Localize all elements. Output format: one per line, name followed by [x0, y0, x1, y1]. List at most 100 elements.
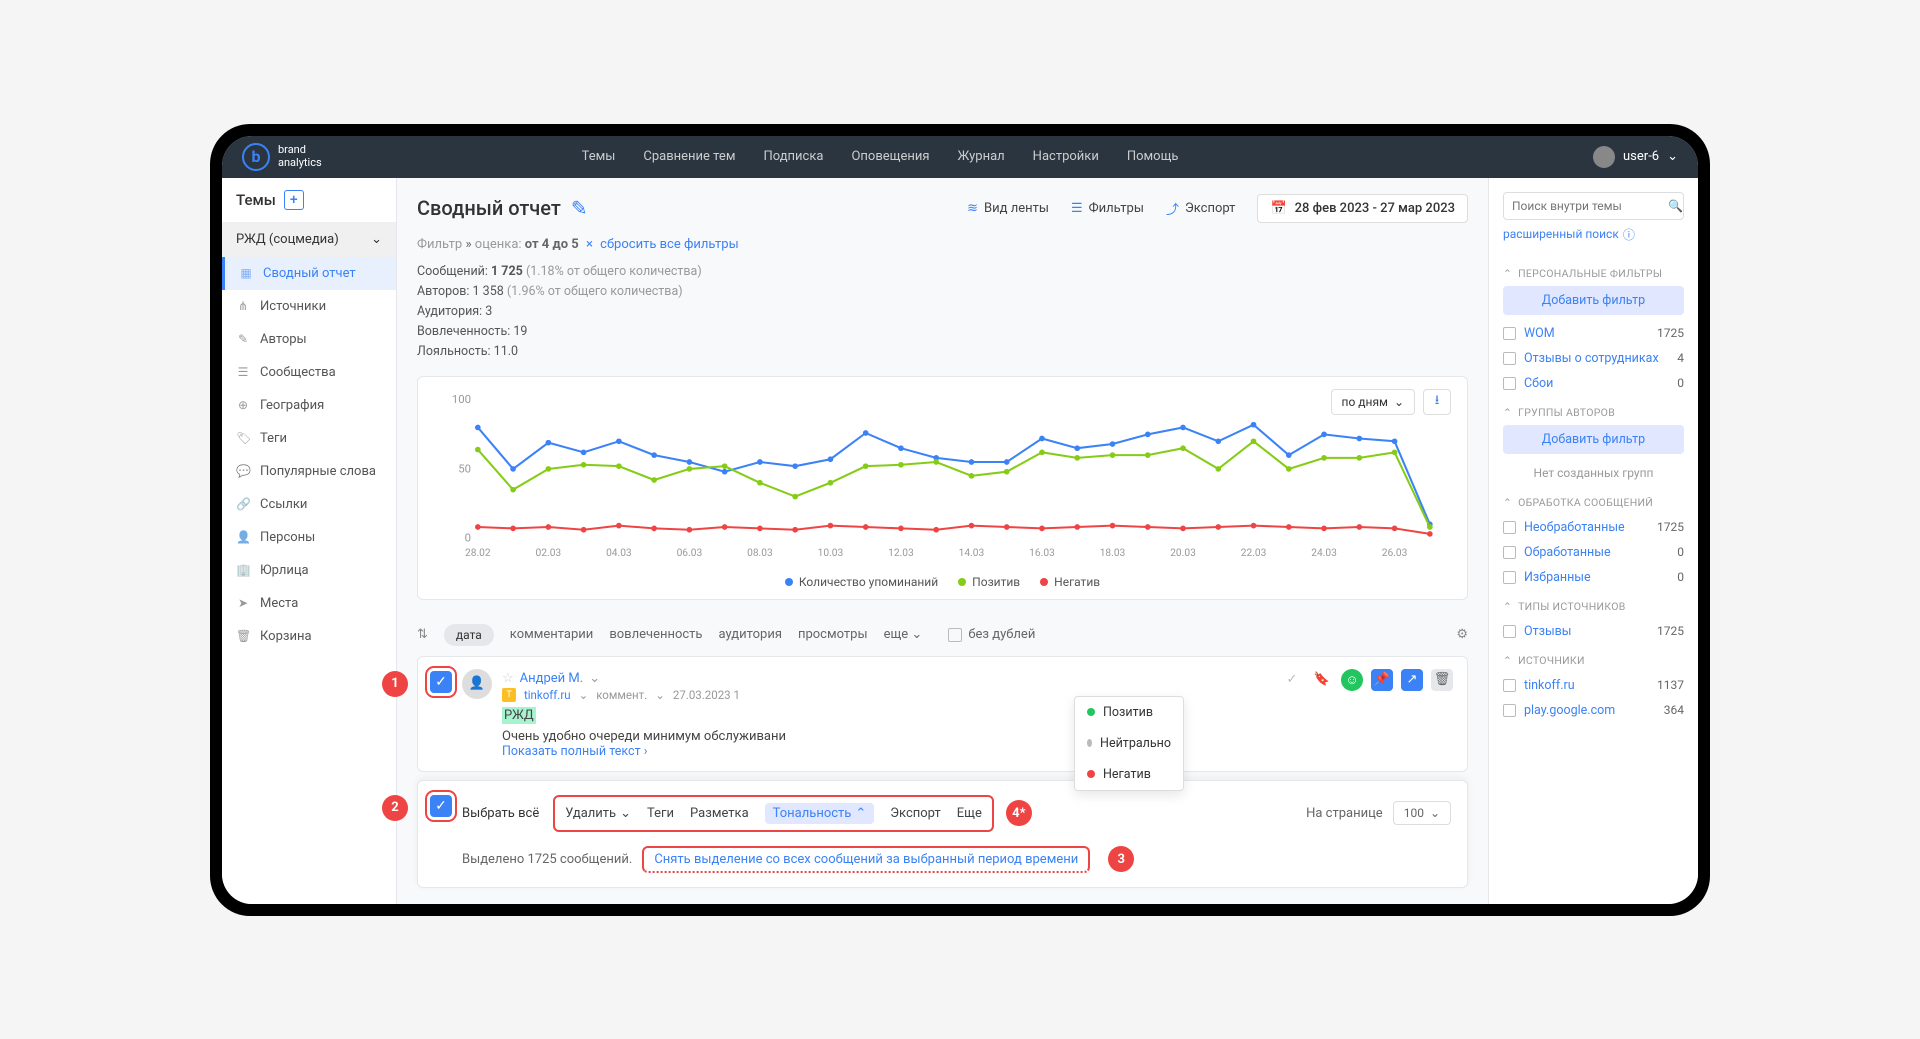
sort-views[interactable]: просмотры: [798, 627, 868, 642]
nav-subscribe[interactable]: Подписка: [763, 149, 823, 164]
dot-icon: [1087, 770, 1095, 778]
message-checkbox[interactable]: ✓: [430, 671, 452, 693]
legend-item[interactable]: Негатив: [1040, 575, 1100, 589]
chart-legend: Количество упоминаний Позитив Негатив: [438, 575, 1447, 589]
export-button[interactable]: ⤴Экспорт: [1166, 199, 1235, 218]
sentiment-icon[interactable]: ☺: [1341, 669, 1363, 691]
sidebar-item[interactable]: 🗑Корзина: [222, 620, 396, 653]
sort-audience[interactable]: аудитория: [719, 627, 782, 642]
nav-help[interactable]: Помощь: [1127, 149, 1179, 164]
bulk-tags[interactable]: Теги: [647, 806, 674, 821]
chevron-down-icon: ⌄: [371, 232, 382, 247]
nodup-checkbox[interactable]: [948, 628, 962, 642]
sort-more[interactable]: еще ⌄: [884, 627, 923, 642]
filter-item[interactable]: play.google.com364: [1503, 698, 1684, 723]
tone-neutral[interactable]: Нейтрально: [1075, 728, 1183, 759]
filter-item[interactable]: Обработанные0: [1503, 540, 1684, 565]
sidebar-icon: ▦: [239, 266, 253, 280]
nav-themes[interactable]: Темы: [582, 149, 616, 164]
sidebar-item[interactable]: 🔗Ссылки: [222, 488, 396, 521]
granularity-select[interactable]: по дням⌄: [1331, 389, 1415, 415]
keyword-highlight: РЖД: [502, 707, 536, 724]
search-input[interactable]: [1512, 199, 1668, 213]
clear-filter-icon[interactable]: ×: [586, 237, 593, 252]
edit-icon[interactable]: ✎: [571, 196, 588, 220]
filter-item[interactable]: WOM1725: [1503, 321, 1684, 346]
pin-icon[interactable]: 📌: [1371, 669, 1393, 691]
checkbox-icon: [1503, 679, 1516, 692]
filter-item[interactable]: Необработанные1725: [1503, 515, 1684, 540]
checkbox-icon: [1503, 546, 1516, 559]
nav-settings[interactable]: Настройки: [1033, 149, 1099, 164]
tone-positive[interactable]: Позитив: [1075, 697, 1183, 728]
view-mode-button[interactable]: ≋Вид ленты: [967, 201, 1049, 216]
select-all-label[interactable]: Выбрать всё: [462, 806, 539, 821]
add-theme-button[interactable]: +: [284, 190, 304, 210]
message-body: Очень удобно очереди минимум обслуживани: [502, 729, 1451, 744]
svg-text:0: 0: [465, 530, 471, 544]
show-full-text-link[interactable]: Показать полный текст ›: [502, 744, 1451, 759]
sidebar-item[interactable]: ▦Сводный отчет: [222, 257, 396, 290]
section-processing[interactable]: ⌃ ОБРАБОТКА СООБЩЕНИЙ: [1503, 496, 1684, 509]
checkbox-icon: [1503, 704, 1516, 717]
sidebar-item[interactable]: 🏷Теги: [222, 422, 396, 455]
section-sources[interactable]: ⌃ ИСТОЧНИКИ: [1503, 654, 1684, 667]
filters-button[interactable]: ☰Фильтры: [1071, 201, 1144, 216]
section-source-types[interactable]: ⌃ ТИПЫ ИСТОЧНИКОВ: [1503, 600, 1684, 613]
sidebar-item[interactable]: ⊕География: [222, 389, 396, 422]
section-author-groups[interactable]: ⌃ ГРУППЫ АВТОРОВ: [1503, 406, 1684, 419]
checkbox-icon: [1503, 352, 1516, 365]
sort-icon[interactable]: ⇅: [417, 627, 428, 642]
page-size-select[interactable]: 100⌄: [1393, 801, 1451, 825]
dot-icon: [785, 578, 793, 586]
legend-item[interactable]: Позитив: [958, 575, 1020, 589]
dot-icon: [958, 578, 966, 586]
section-personal-filters[interactable]: ⌃ ПЕРСОНАЛЬНЫЕ ФИЛЬТРЫ: [1503, 267, 1684, 280]
search-in-theme[interactable]: 🔍: [1503, 192, 1684, 220]
filter-item[interactable]: Избранные0: [1503, 565, 1684, 590]
filter-item[interactable]: Сбои0: [1503, 371, 1684, 396]
date-range-picker[interactable]: 📅28 фев 2023 - 27 мар 2023: [1257, 194, 1468, 223]
sidebar-item[interactable]: ⋔Источники: [222, 290, 396, 323]
check-icon[interactable]: ✓: [1281, 669, 1303, 691]
bookmark-icon[interactable]: 🔖: [1311, 669, 1333, 691]
nav-compare[interactable]: Сравнение тем: [643, 149, 735, 164]
sidebar-item[interactable]: ➤Места: [222, 587, 396, 620]
reset-filters-link[interactable]: сбросить все фильтры: [600, 237, 739, 252]
sort-active[interactable]: дата: [444, 624, 494, 646]
bulk-delete[interactable]: Удалить⌄: [565, 806, 631, 821]
nav-alerts[interactable]: Оповещения: [851, 149, 929, 164]
settings-icon[interactable]: ⚙: [1456, 627, 1468, 642]
select-all-checkbox[interactable]: ✓: [430, 795, 452, 817]
sidebar-item[interactable]: ☰Сообщества: [222, 356, 396, 389]
chevron-down-icon: ⌄: [1394, 395, 1404, 409]
topic-selector[interactable]: РЖД (соцмедиа) ⌄: [222, 222, 396, 257]
sort-comments[interactable]: комментарии: [510, 627, 594, 642]
deselect-all-link[interactable]: Снять выделение со всех сообщений за выб…: [642, 846, 1090, 873]
share-icon[interactable]: ↗: [1401, 669, 1423, 691]
filter-item[interactable]: Отзывы1725: [1503, 619, 1684, 644]
callout-marker-2: 2: [382, 795, 408, 821]
sidebar-item[interactable]: ✎Авторы: [222, 323, 396, 356]
sidebar-item[interactable]: 🏢Юрлица: [222, 554, 396, 587]
bulk-more[interactable]: Еще: [957, 806, 982, 821]
legend-item[interactable]: Количество упоминаний: [785, 575, 938, 589]
bulk-markup[interactable]: Разметка: [690, 806, 749, 821]
source-link[interactable]: tinkoff.ru: [524, 688, 571, 702]
download-chart-button[interactable]: ⭳: [1423, 389, 1451, 415]
sort-engagement[interactable]: вовлеченность: [609, 627, 702, 642]
bulk-tone[interactable]: Тональность⌃: [765, 803, 875, 824]
sidebar-item[interactable]: 💬Популярные слова: [222, 455, 396, 488]
bulk-export[interactable]: Экспорт: [890, 806, 940, 821]
add-personal-filter-button[interactable]: Добавить фильтр: [1503, 286, 1684, 315]
svg-text:14.03: 14.03: [959, 548, 985, 559]
tone-negative[interactable]: Негатив: [1075, 759, 1183, 790]
delete-icon[interactable]: 🗑: [1431, 669, 1453, 691]
nav-journal[interactable]: Журнал: [958, 149, 1005, 164]
add-group-filter-button[interactable]: Добавить фильтр: [1503, 425, 1684, 454]
sidebar-item[interactable]: 👤Персоны: [222, 521, 396, 554]
advanced-search-link[interactable]: расширенный поиск ⓘ: [1503, 226, 1635, 243]
user-menu[interactable]: user-6 ⌄: [1593, 146, 1678, 168]
filter-item[interactable]: Отзывы о сотрудниках4: [1503, 346, 1684, 371]
filter-item[interactable]: tinkoff.ru1137: [1503, 673, 1684, 698]
